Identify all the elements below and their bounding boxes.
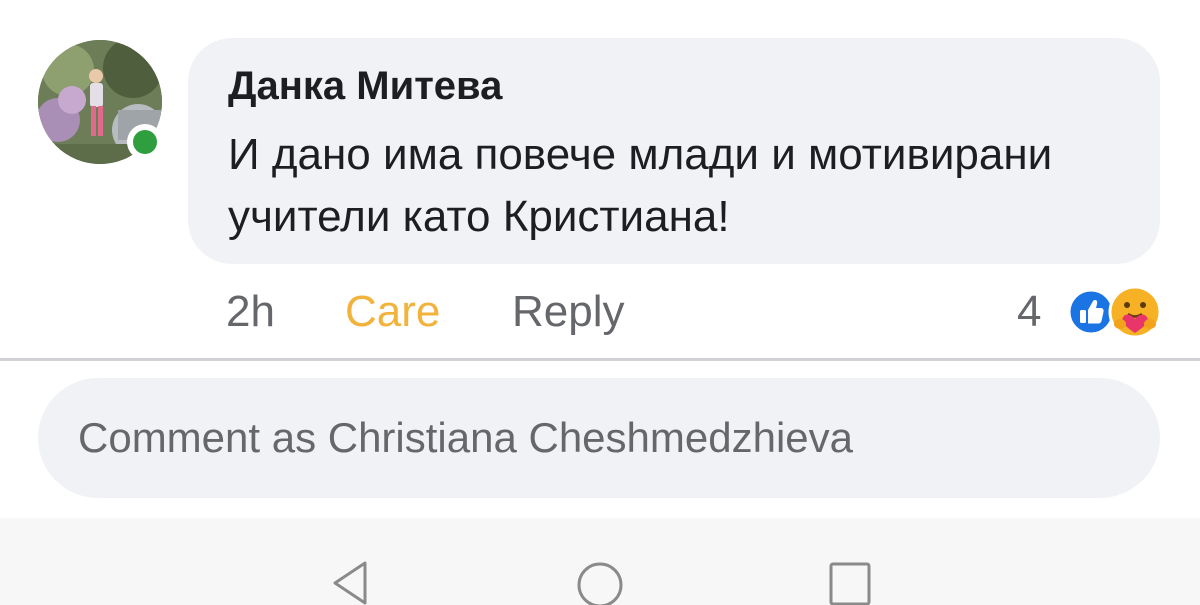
comment-author[interactable]: Данка Митева	[228, 64, 502, 109]
comment-bubble[interactable]: Данка Митева И дано има повече млади и м…	[188, 38, 1160, 264]
reaction-count: 4	[1017, 287, 1042, 336]
home-icon[interactable]	[575, 558, 625, 605]
comment-input[interactable]: Comment as Christiana Cheshmedzhieva	[38, 378, 1160, 498]
reaction-summary[interactable]: 4	[1015, 282, 1175, 342]
comment-input-placeholder: Comment as Christiana Cheshmedzhieva	[78, 414, 854, 461]
comment-actions: 2h Care Reply 4	[0, 282, 1200, 342]
comment-timestamp[interactable]: 2h	[226, 282, 275, 342]
divider	[0, 358, 1200, 361]
system-navigation-bar	[0, 518, 1200, 605]
back-icon[interactable]	[325, 558, 375, 605]
comment-screen: Данка Митева И дано има повече млади и м…	[0, 0, 1200, 605]
reply-button[interactable]: Reply	[512, 282, 625, 342]
care-icon	[1107, 284, 1163, 340]
comment-text: И дано има повече млади и мотивирани учи…	[228, 130, 1053, 241]
online-status-indicator	[127, 124, 163, 160]
care-reaction-button[interactable]: Care	[345, 282, 440, 342]
recents-icon[interactable]	[825, 558, 875, 605]
